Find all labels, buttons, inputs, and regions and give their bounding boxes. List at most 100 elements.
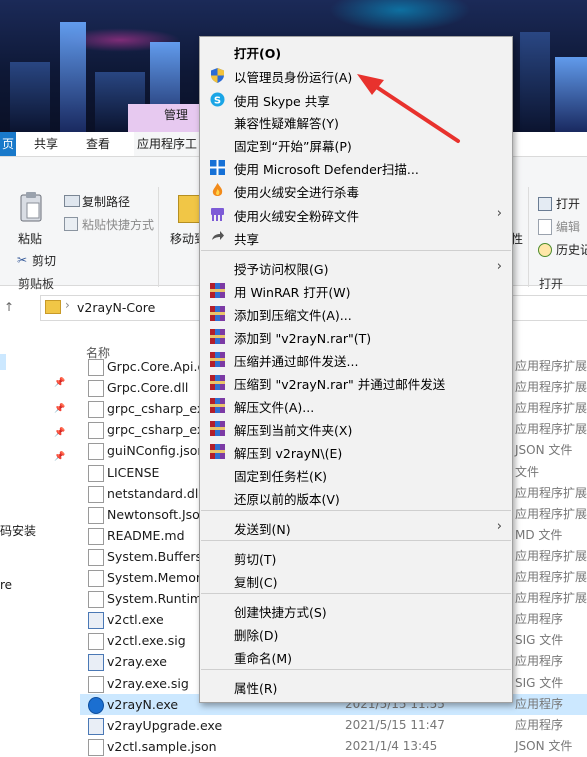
submenu-chevron-icon: ›: [496, 519, 502, 534]
uac-shield-icon: [210, 68, 225, 83]
skype-icon: S: [210, 92, 225, 107]
menu-item[interactable]: 解压到 v2rayN\(E): [200, 440, 512, 463]
copy-path-button[interactable]: 复制路径: [82, 193, 130, 210]
dll-file-icon: [88, 401, 104, 419]
huorong-icon: [210, 183, 225, 198]
file-row[interactable]: v2rayUpgrade.exe 2021/5/15 11:47 应用程序: [80, 715, 587, 736]
file-name: netstandard.dll: [107, 485, 202, 501]
file-icon: [88, 527, 104, 545]
menu-item-label: 使用火绒安全粉碎文件: [234, 209, 360, 224]
menu-separator: [201, 250, 511, 251]
menu-item[interactable]: 还原以前的版本(V): [200, 486, 512, 509]
menu-item-label: 属性(R): [234, 681, 278, 696]
menu-item[interactable]: 固定到任务栏(K): [200, 463, 512, 486]
history-button[interactable]: 历史记: [556, 241, 587, 258]
copy-path-icon: [64, 195, 80, 207]
tab-app-tools[interactable]: 应用程序工: [134, 132, 200, 156]
nav-item[interactable]: 码安装: [0, 522, 36, 539]
tab-view[interactable]: 查看: [78, 132, 118, 156]
menu-item[interactable]: S 使用 Skype 共享: [200, 88, 512, 111]
wallpaper-building: [555, 57, 587, 132]
open-button[interactable]: 打开: [556, 195, 580, 212]
file-type: 应用程序扩展: [515, 506, 587, 521]
file-row[interactable]: v2ctl.sample.json 2021/1/4 13:45 JSON 文件: [80, 736, 587, 757]
tab-file[interactable]: 页: [0, 132, 16, 156]
menu-item[interactable]: 解压到当前文件夹(X): [200, 417, 512, 440]
menu-item[interactable]: 固定到“开始”屏幕(P): [200, 133, 512, 156]
menu-item[interactable]: 复制(C): [200, 569, 512, 592]
wallpaper-building: [60, 22, 86, 132]
menu-separator: [201, 510, 511, 511]
winrar-icon: [210, 352, 225, 367]
pin-icon: 📌: [54, 452, 66, 462]
exe-file-icon: [88, 612, 104, 630]
menu-item[interactable]: 压缩到 "v2rayN.rar" 并通过邮件发送: [200, 371, 512, 394]
menu-item[interactable]: 添加到压缩文件(A)...: [200, 302, 512, 325]
folder-icon: [45, 300, 61, 314]
menu-item[interactable]: 发送到(N) ›: [200, 516, 512, 539]
breadcrumb-folder[interactable]: v2rayN-Core: [77, 300, 155, 315]
move-to-icon: [178, 195, 200, 223]
file-type: SIG 文件: [515, 675, 564, 690]
context-menu: 打开(O) 以管理员身份运行(A) S 使用 Skype 共享 兼容性疑难解答(Y) 固定…: [199, 36, 513, 703]
manage-tab[interactable]: 管理: [164, 106, 188, 123]
file-type: 应用程序扩展: [515, 422, 587, 437]
menu-item[interactable]: 解压文件(A)...: [200, 394, 512, 417]
menu-item[interactable]: 添加到 "v2rayN.rar"(T): [200, 325, 512, 348]
cut-button[interactable]: 剪切: [32, 252, 56, 269]
menu-item[interactable]: 兼容性疑难解答(Y): [200, 110, 512, 133]
menu-item[interactable]: 使用火绒安全进行杀毒: [200, 179, 512, 202]
menu-item[interactable]: 使用火绒安全粉碎文件 ›: [200, 203, 512, 226]
edit-button[interactable]: 编辑: [556, 218, 580, 235]
file-name: v2rayUpgrade.exe: [107, 717, 223, 733]
paste-shortcut-icon: [64, 217, 78, 231]
menu-item[interactable]: 剪切(T): [200, 546, 512, 569]
open-group-label: 打开: [539, 277, 564, 291]
scissors-icon: ✂: [17, 253, 28, 267]
menu-item[interactable]: 授予访问权限(G) ›: [200, 256, 512, 279]
nav-item[interactable]: re: [0, 578, 12, 592]
winrar-icon: [210, 375, 225, 390]
menu-item-label: 删除(D): [234, 628, 279, 643]
tab-share[interactable]: 共享: [26, 132, 66, 156]
menu-item-label: 复制(C): [234, 575, 278, 590]
file-date: 2021/1/4 13:45: [345, 738, 438, 753]
menu-item[interactable]: 创建快捷方式(S): [200, 599, 512, 622]
menu-item[interactable]: 使用 Microsoft Defender扫描...: [200, 156, 512, 179]
menu-item[interactable]: 属性(R): [200, 675, 512, 698]
dll-file-icon: [88, 548, 104, 566]
edit-icon: [538, 219, 552, 235]
menu-item[interactable]: 用 WinRAR 打开(W): [200, 279, 512, 302]
menu-item[interactable]: 删除(D): [200, 622, 512, 645]
exe-file-icon: [88, 717, 104, 735]
menu-item[interactable]: 打开(O): [200, 40, 512, 63]
nav-selected-item[interactable]: [0, 354, 6, 370]
menu-item[interactable]: 压缩并通过邮件发送...: [200, 348, 512, 371]
dll-file-icon: [88, 485, 104, 503]
dll-file-icon: [88, 359, 104, 376]
menu-item-label: 解压文件(A)...: [234, 400, 315, 415]
menu-item-label: 使用火绒安全进行杀毒: [234, 185, 360, 200]
file-icon: [88, 633, 104, 651]
menu-item[interactable]: 重命名(M): [200, 645, 512, 668]
winrar-icon: [210, 283, 225, 298]
file-name: v2ctl.exe.sig: [107, 633, 186, 649]
menu-item[interactable]: 共享: [200, 226, 512, 249]
menu-item-label: 压缩到 "v2rayN.rar" 并通过邮件发送: [234, 377, 446, 392]
menu-item-label: 发送到(N): [234, 522, 291, 537]
file-type: MD 文件: [515, 527, 563, 542]
breadcrumb-chevron-icon: ›: [65, 298, 70, 312]
history-icon: [538, 243, 552, 257]
paste-button[interactable]: 粘贴: [18, 230, 42, 247]
paste-shortcut-button[interactable]: 粘贴快捷方式: [82, 216, 154, 233]
menu-item-label: 添加到压缩文件(A)...: [234, 308, 352, 323]
menu-item-label: 压缩并通过邮件发送...: [234, 354, 359, 369]
file-type: 应用程序: [515, 654, 564, 669]
winrar-icon: [210, 329, 225, 344]
menu-item-label: 以管理员身份运行(A): [234, 70, 353, 85]
ribbon-divider: [528, 187, 529, 287]
menu-item[interactable]: 以管理员身份运行(A): [200, 64, 512, 87]
v2rayn-app-icon: [88, 696, 104, 714]
file-type: 应用程序扩展: [515, 359, 587, 373]
up-arrow-icon[interactable]: ↑: [4, 300, 14, 314]
